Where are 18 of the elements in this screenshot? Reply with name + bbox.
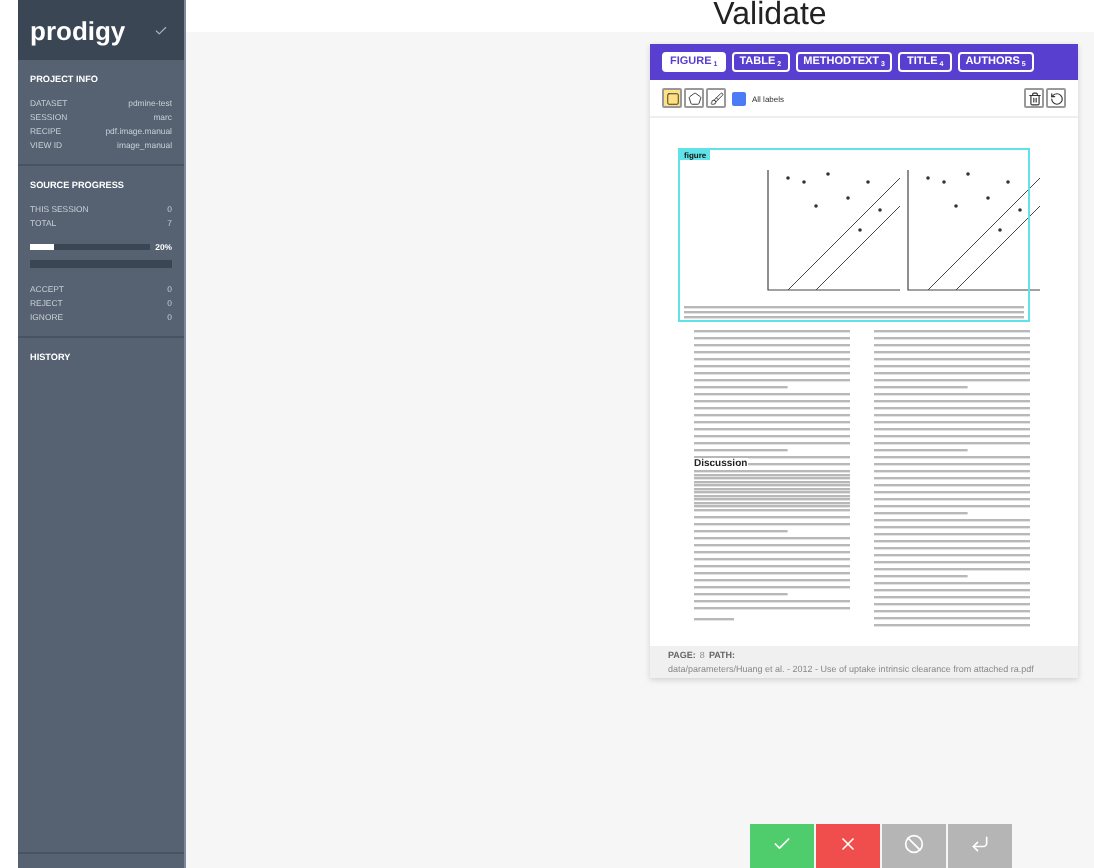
- tool-button[interactable]: [706, 88, 726, 108]
- brand-logo: prodigy: [30, 15, 126, 45]
- tool-button[interactable]: [662, 88, 682, 108]
- reject-icon: [838, 834, 858, 854]
- all-labels-checkbox[interactable]: [732, 91, 746, 105]
- check-icon: [154, 23, 168, 37]
- page-title: Validate: [713, 0, 827, 32]
- rectangle-tool-icon: [665, 91, 679, 105]
- reset-button[interactable]: [1046, 88, 1066, 108]
- brush-tool-icon: [709, 91, 723, 105]
- ignore-icon: [904, 834, 924, 854]
- tool-button[interactable]: [684, 88, 704, 108]
- accept-icon: [772, 834, 792, 854]
- delete-button[interactable]: [1024, 88, 1044, 108]
- undo-icon: [970, 834, 990, 854]
- trash-icon: [1027, 91, 1041, 105]
- reset-icon: [1049, 91, 1063, 105]
- polygon-tool-icon: [687, 91, 701, 105]
